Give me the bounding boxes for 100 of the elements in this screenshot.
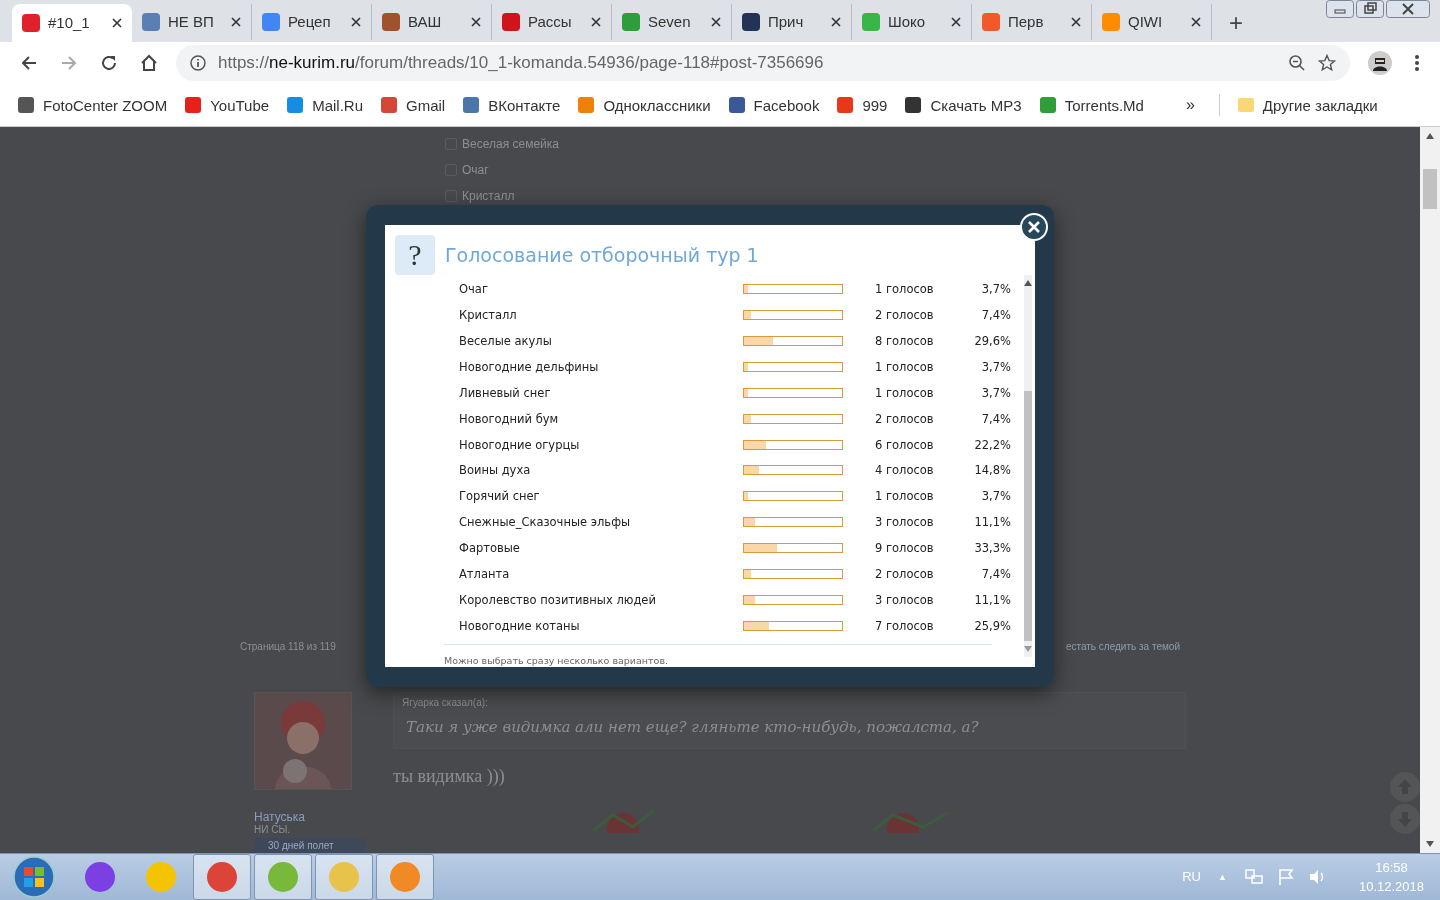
site-icon xyxy=(1102,12,1120,31)
vote-percent: 3,7% xyxy=(980,385,1011,400)
quote-text: Таки я уже видимка али нет еще? гляньте кто-нибудь, пожалста, а? xyxy=(405,717,980,736)
browser-tab[interactable]: Рецеп xyxy=(252,3,372,40)
scroll-down-arrow-icon[interactable] xyxy=(1426,840,1434,847)
site-icon xyxy=(262,12,280,31)
bookmark[interactable]: Facebook xyxy=(728,96,820,114)
close-icon[interactable] xyxy=(831,16,841,27)
bookmark[interactable]: Mail.Ru xyxy=(287,96,363,114)
user-badge: 30 дней полет xyxy=(254,837,365,853)
option-label: Очаг xyxy=(458,282,489,296)
vote-count: 2 голосов xyxy=(874,307,935,322)
option-label: Новогодние огурцы xyxy=(458,437,581,452)
home-icon[interactable] xyxy=(140,54,158,73)
list-scrollbar[interactable] xyxy=(1024,274,1032,657)
option-label: Снежные_Сказочные эльфы xyxy=(458,515,632,530)
browser-tab[interactable]: Шоко xyxy=(852,3,972,40)
vote-percent: 11,1% xyxy=(973,593,1011,608)
menu-icon[interactable] xyxy=(1414,54,1420,73)
option-label: Королевство позитивных людей xyxy=(458,593,657,608)
close-icon[interactable] xyxy=(1071,16,1081,27)
vote-percent: 11,1% xyxy=(973,515,1011,530)
scroll-thumb[interactable] xyxy=(1024,390,1032,641)
close-button[interactable] xyxy=(1020,212,1048,241)
taskbar-app[interactable] xyxy=(193,853,251,900)
vote-count: 3 голосов xyxy=(874,593,935,608)
bookmark[interactable]: Скачать MP3 xyxy=(905,96,1022,114)
close-icon[interactable] xyxy=(231,16,241,27)
restore-icon[interactable] xyxy=(1356,0,1384,18)
close-icon[interactable] xyxy=(711,16,721,27)
option-label: Новогодние дельфины xyxy=(458,359,600,374)
close-icon[interactable] xyxy=(1191,16,1201,27)
close-window-icon[interactable] xyxy=(1386,0,1430,18)
bookmark[interactable]: Одноклассники xyxy=(578,96,711,114)
vote-percent: 3,7% xyxy=(980,359,1011,374)
new-tab-button[interactable]: + xyxy=(1216,3,1256,42)
scroll-thumb[interactable] xyxy=(1423,168,1437,209)
browser-tab[interactable]: Перв xyxy=(972,3,1092,40)
browser-tab[interactable]: #10_1 xyxy=(12,3,132,42)
option-label: Горячий снег xyxy=(458,489,541,504)
vote-count: 1 голосов xyxy=(874,385,935,400)
bookmark[interactable]: FotoCenter ZOOM xyxy=(18,96,168,114)
site-icon xyxy=(502,12,520,31)
bookmark-folder[interactable]: Другие закладки xyxy=(1237,96,1378,114)
bookmark[interactable]: ВКонтакте xyxy=(463,96,561,114)
site-icon xyxy=(742,12,760,31)
vote-percent: 3,7% xyxy=(980,489,1011,504)
vote-percent: 14,8% xyxy=(973,463,1011,478)
browser-tab[interactable]: Seven xyxy=(612,3,732,40)
scroll-up-arrow-icon[interactable] xyxy=(1024,279,1032,286)
bookmark-icon xyxy=(287,97,304,114)
avatar-icon[interactable] xyxy=(1368,51,1392,76)
option-label: Новогодний бум xyxy=(458,411,560,426)
site-icon xyxy=(862,12,880,31)
browser-tab[interactable]: ВАШ xyxy=(372,3,492,40)
vote-percent: 7,4% xyxy=(980,307,1011,322)
browser-tab[interactable]: QIWI xyxy=(1092,3,1212,40)
bookmark[interactable]: Torrents.Md xyxy=(1039,96,1144,114)
option-label: Новогодние котаны xyxy=(458,619,581,633)
bookmark[interactable]: Gmail xyxy=(381,96,446,114)
zoom-out-icon[interactable] xyxy=(1288,54,1306,73)
bookmark-icon xyxy=(463,97,480,114)
start-button[interactable] xyxy=(12,854,56,899)
more-bookmarks-button[interactable]: » xyxy=(1179,95,1201,116)
page-counter: Страница 118 из 119 xyxy=(240,640,336,652)
option-label: Кристалл xyxy=(458,307,518,322)
close-icon[interactable] xyxy=(112,17,122,28)
address-bar[interactable]: https://ne-kurim.ru/forum/threads/10_1-komanda.54936/page-118#post-7356696 xyxy=(176,45,1350,82)
browser-tab[interactable]: Рассы xyxy=(492,3,612,40)
option-label: Веселые акулы xyxy=(458,333,553,348)
minimize-icon[interactable] xyxy=(1326,0,1354,18)
bookmark-icon xyxy=(578,97,595,114)
star-icon[interactable] xyxy=(1318,54,1336,73)
vote-percent: 25,9% xyxy=(973,619,1011,633)
poll-title: Голосование отборочный тур 1 xyxy=(445,243,759,266)
bookmark[interactable]: YouTube xyxy=(185,96,270,114)
site-icon xyxy=(142,12,160,31)
scroll-up-arrow-icon[interactable] xyxy=(1426,132,1434,139)
close-icon[interactable] xyxy=(351,16,361,27)
option-label: Фартовые xyxy=(458,541,521,556)
vote-percent: 7,4% xyxy=(980,411,1011,426)
browser-tab[interactable]: Прич xyxy=(732,3,852,40)
poll-note: Можно выбрать сразу несколько вариантов. xyxy=(444,644,992,667)
browser-tab[interactable]: НЕ ВП xyxy=(132,3,252,40)
folder-icon xyxy=(1237,98,1254,113)
option-label: Атланта xyxy=(458,567,511,582)
vote-count: 9 голосов xyxy=(874,541,935,556)
close-icon[interactable] xyxy=(471,16,481,27)
bookmark-icon xyxy=(18,97,34,114)
vote-count: 1 голосов xyxy=(874,359,935,374)
site-icon xyxy=(622,12,640,31)
bookmark[interactable]: 999 xyxy=(837,96,888,114)
page-scrollbar[interactable] xyxy=(1420,126,1440,853)
reload-icon[interactable] xyxy=(100,54,118,73)
vote-count: 1 голосов xyxy=(874,489,935,504)
message-text: ты видимка ))) xyxy=(393,765,506,787)
bookmark-icon xyxy=(381,97,397,114)
close-icon[interactable] xyxy=(951,16,961,27)
vote-percent: 3,7% xyxy=(980,282,1011,296)
close-icon[interactable] xyxy=(591,16,601,27)
